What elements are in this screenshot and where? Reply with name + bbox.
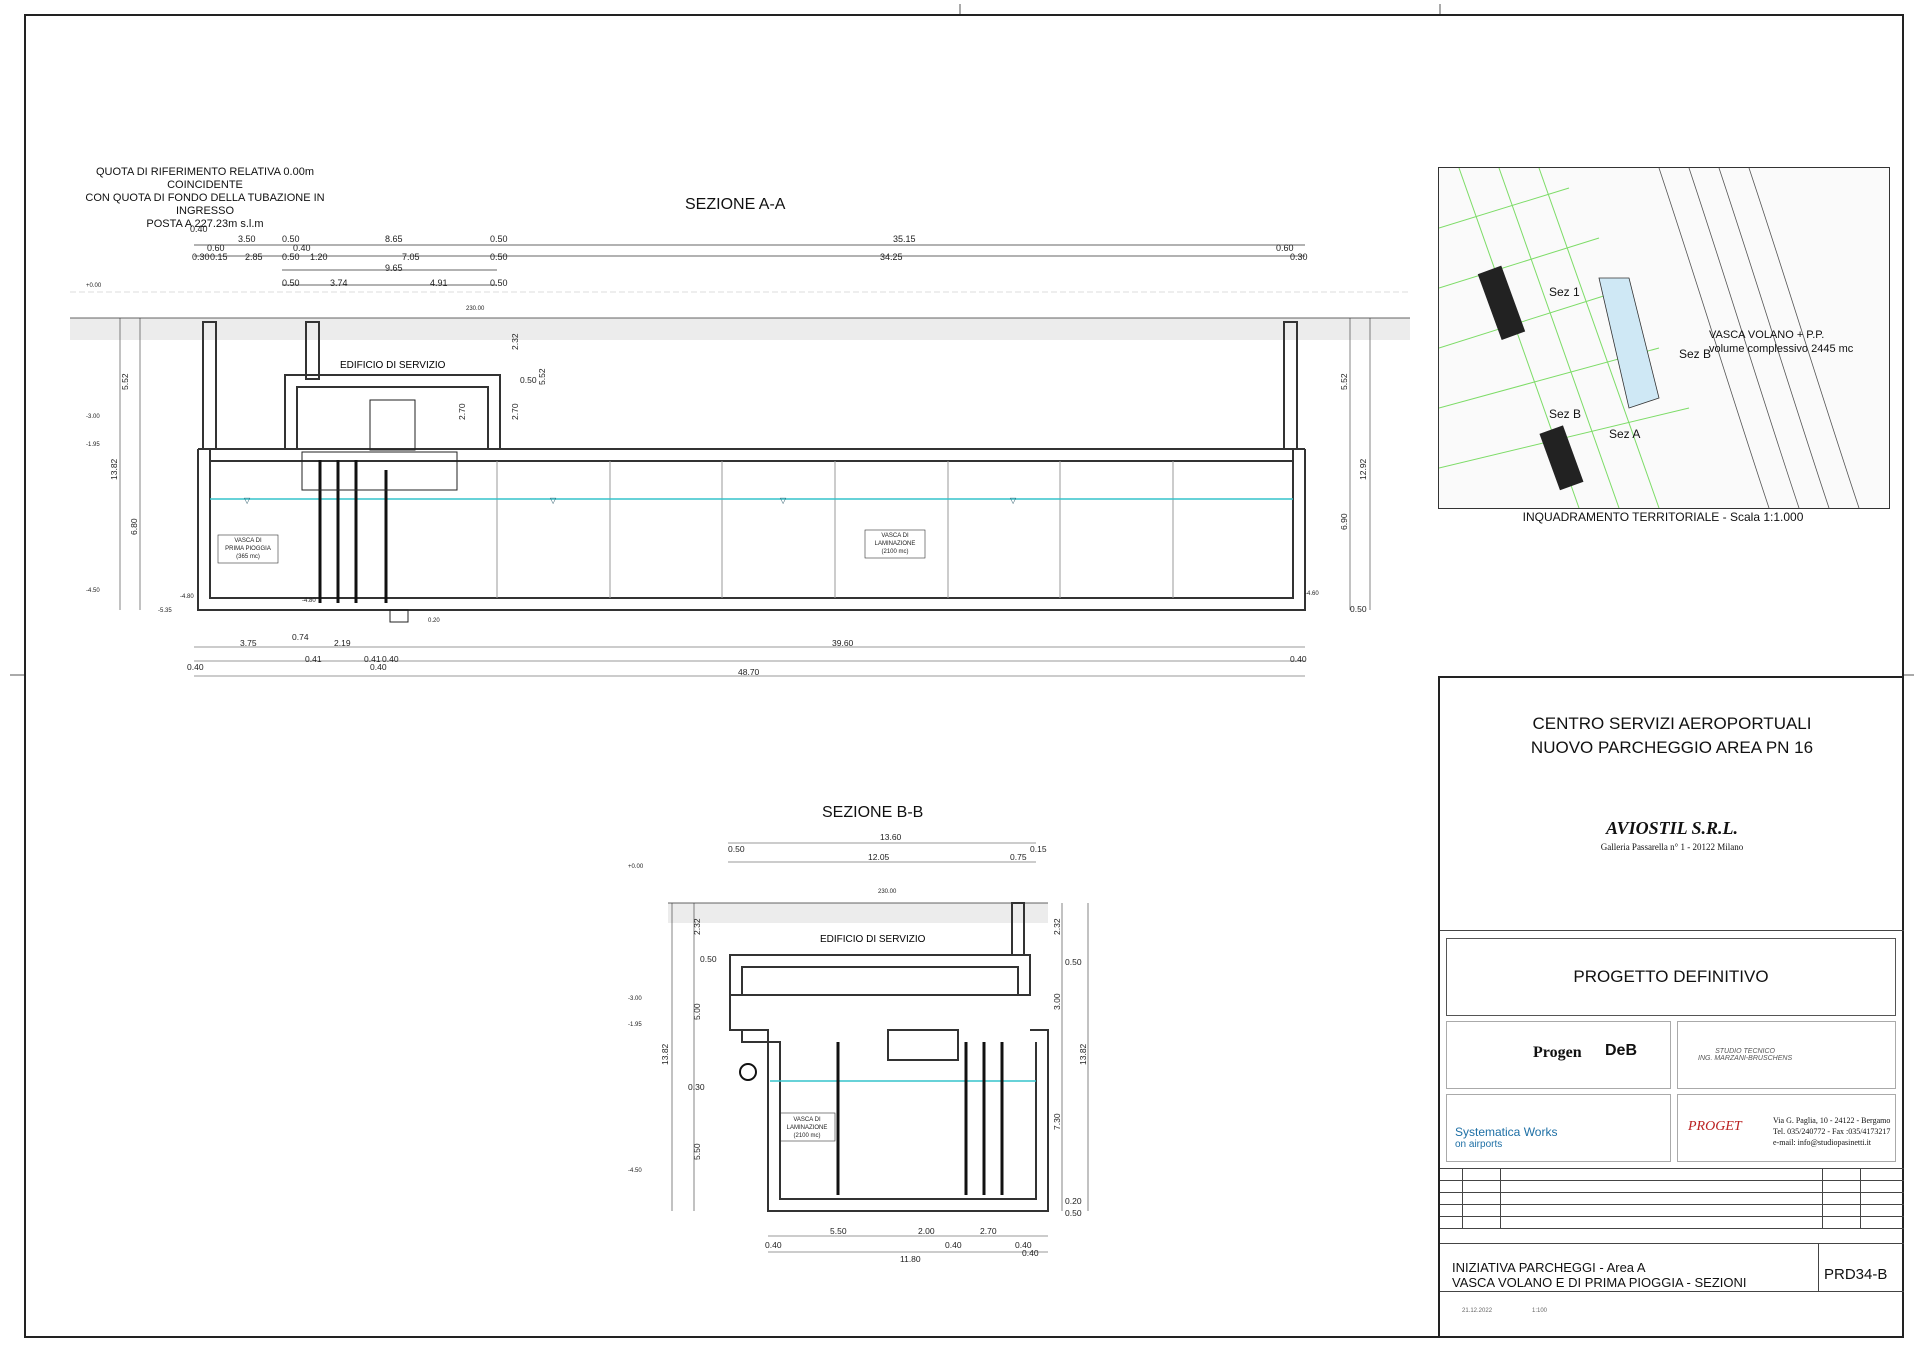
svg-text:0.50: 0.50 (700, 954, 717, 964)
svg-text:0.40: 0.40 (765, 1240, 782, 1250)
svg-text:(2100 mc): (2100 mc) (793, 1133, 820, 1139)
svg-text:0.50: 0.50 (728, 844, 745, 854)
site-plan-map: Sez 1 Sez B Sez B Sez A VASCA VOLANO + P… (1438, 167, 1890, 509)
svg-text:11.80: 11.80 (900, 1254, 921, 1264)
svg-text:2.32: 2.32 (692, 918, 702, 935)
map-label-sez1: Sez 1 (1549, 285, 1580, 299)
firm-proget-address: Via G. Paglia, 10 - 24122 - Bergamo Tel.… (1773, 1116, 1891, 1147)
svg-text:13.60: 13.60 (880, 832, 902, 842)
drawing-number: PRD34-B (1824, 1266, 1888, 1283)
svg-text:-1.95: -1.95 (628, 1022, 642, 1028)
client-name: AVIOSTIL S.R.L. (1605, 818, 1739, 838)
svg-text:0.20: 0.20 (1065, 1196, 1082, 1206)
date-value: 21.12.2022 (1462, 1308, 1493, 1314)
client-address: Galleria Passarella n° 1 - 20122 Milano (1600, 842, 1744, 852)
svg-text:5.50: 5.50 (692, 1143, 702, 1160)
phase-box: PROGETTO DEFINITIVO (1446, 938, 1896, 1016)
svg-text:0.50: 0.50 (1065, 957, 1082, 967)
svg-text:+0.00: +0.00 (628, 864, 644, 870)
drawing-title: INIZIATIVA PARCHEGGI - Area A VASCA VOLA… (1452, 1260, 1747, 1290)
svg-text:12.05: 12.05 (868, 852, 890, 862)
svg-text:7.30: 7.30 (1052, 1113, 1062, 1130)
map-label-sezb2: Sez B (1549, 407, 1581, 421)
svg-text:2.70: 2.70 (980, 1226, 997, 1236)
firm-box-proget: PROGET Via G. Paglia, 10 - 24122 - Berga… (1677, 1094, 1896, 1162)
svg-text:13.82: 13.82 (1078, 1043, 1088, 1065)
firm-deb: DeB (1605, 1042, 1638, 1059)
svg-text:5.50: 5.50 (830, 1226, 847, 1236)
svg-text:-4.50: -4.50 (628, 1168, 642, 1174)
firm-box-systematica: Systematica Works on airports (1446, 1094, 1671, 1162)
title-block: CENTRO SERVIZI AEROPORTUALI NUOVO PARCHE… (1438, 676, 1904, 1338)
svg-text:13.82: 13.82 (660, 1043, 670, 1065)
firm-box-progen: Progen DeB (1446, 1021, 1671, 1089)
firm-systematica: Systematica Works on airports (1455, 1125, 1558, 1150)
firm-studio: STUDIO TECNICO ING. MARZANI-BRUSCHENS (1698, 1048, 1793, 1062)
svg-text:0.50: 0.50 (1065, 1208, 1082, 1218)
building-label: EDIFICIO DI SERVIZIO (820, 934, 926, 945)
svg-text:0.75: 0.75 (1010, 852, 1027, 862)
svg-text:5.00: 5.00 (692, 1003, 702, 1020)
map-caption: INQUADRAMENTO TERRITORIALE - Scala 1:1.0… (1522, 510, 1804, 524)
svg-text:0.15: 0.15 (1030, 844, 1047, 854)
svg-text:230.00: 230.00 (878, 889, 897, 895)
svg-text:0.40: 0.40 (945, 1240, 962, 1250)
project-title: CENTRO SERVIZI AEROPORTUALI NUOVO PARCHE… (1530, 714, 1814, 757)
phase-label: PROGETTO DEFINITIVO (1573, 967, 1769, 986)
svg-text:3.00: 3.00 (1052, 993, 1062, 1010)
map-label-seza: Sez A (1609, 427, 1640, 441)
svg-text:2.32: 2.32 (1052, 918, 1062, 935)
scale-value: 1:100 (1532, 1308, 1548, 1314)
svg-text:0.30: 0.30 (688, 1082, 705, 1092)
svg-text:LAMINAZIONE: LAMINAZIONE (787, 1125, 828, 1131)
svg-text:VASCA DI: VASCA DI (793, 1117, 821, 1123)
svg-text:-3.00: -3.00 (628, 996, 642, 1002)
firm-progen: Progen (1533, 1044, 1582, 1061)
firm-box-studio: STUDIO TECNICO ING. MARZANI-BRUSCHENS (1677, 1021, 1896, 1089)
svg-text:2.00: 2.00 (918, 1226, 935, 1236)
svg-text:0.40: 0.40 (1022, 1248, 1039, 1258)
svg-text:volume complessivo 2445 mc: volume complessivo 2445 mc (1709, 343, 1854, 355)
svg-text:VASCA VOLANO + P.P.: VASCA VOLANO + P.P. (1709, 329, 1824, 341)
map-label-sezb: Sez B (1679, 347, 1711, 361)
firm-proget: PROGET (1688, 1119, 1742, 1134)
